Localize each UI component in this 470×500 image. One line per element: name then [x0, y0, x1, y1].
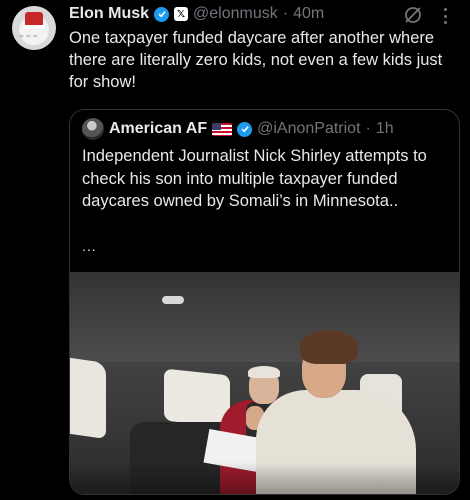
- quote-video[interactable]: [70, 272, 459, 494]
- separator-dot: ·: [282, 5, 289, 22]
- car-ceiling: [70, 272, 459, 362]
- older-man-hair: [248, 366, 280, 378]
- x-logo-icon[interactable]: 𝕏: [174, 7, 189, 21]
- quote-time[interactable]: 1h: [376, 120, 394, 138]
- more-options-icon[interactable]: [442, 8, 448, 24]
- quoted-post[interactable]: American AF @iAnonPatriot · 1h Independe…: [69, 109, 460, 495]
- avatar-caption: ~ ~ ~: [19, 33, 38, 40]
- quote-author-handle[interactable]: @iAnonPatriot: [257, 120, 360, 138]
- video-shade: [70, 462, 459, 494]
- car-window-left: [70, 357, 106, 439]
- post-text: One taxpayer funded daycare after anothe…: [69, 29, 443, 91]
- quote-author-name[interactable]: American AF: [109, 120, 207, 138]
- post-header: Elon Musk 𝕏 @elonmusk · 40m: [69, 4, 324, 24]
- santa-hat: [23, 12, 45, 29]
- verified-badge-icon[interactable]: [237, 121, 253, 137]
- author-avatar[interactable]: ~ ~ ~: [12, 6, 56, 50]
- us-flag-icon: [212, 122, 233, 136]
- verified-badge-icon[interactable]: [154, 6, 170, 22]
- quote-text: Independent Journalist Nick Shirley atte…: [82, 147, 427, 210]
- quote-author-avatar[interactable]: [82, 118, 104, 140]
- author-handle[interactable]: @elonmusk: [193, 5, 278, 23]
- quote-ellipsis: ...: [82, 238, 97, 254]
- dome-light: [162, 296, 184, 304]
- separator-dot: ·: [365, 120, 371, 137]
- quote-header: American AF @iAnonPatriot · 1h: [82, 118, 394, 140]
- author-name[interactable]: Elon Musk: [69, 5, 149, 23]
- post-time[interactable]: 40m: [293, 5, 324, 23]
- grok-icon[interactable]: [402, 4, 424, 26]
- car-window-middle: [164, 368, 230, 428]
- young-man-hair: [300, 330, 358, 364]
